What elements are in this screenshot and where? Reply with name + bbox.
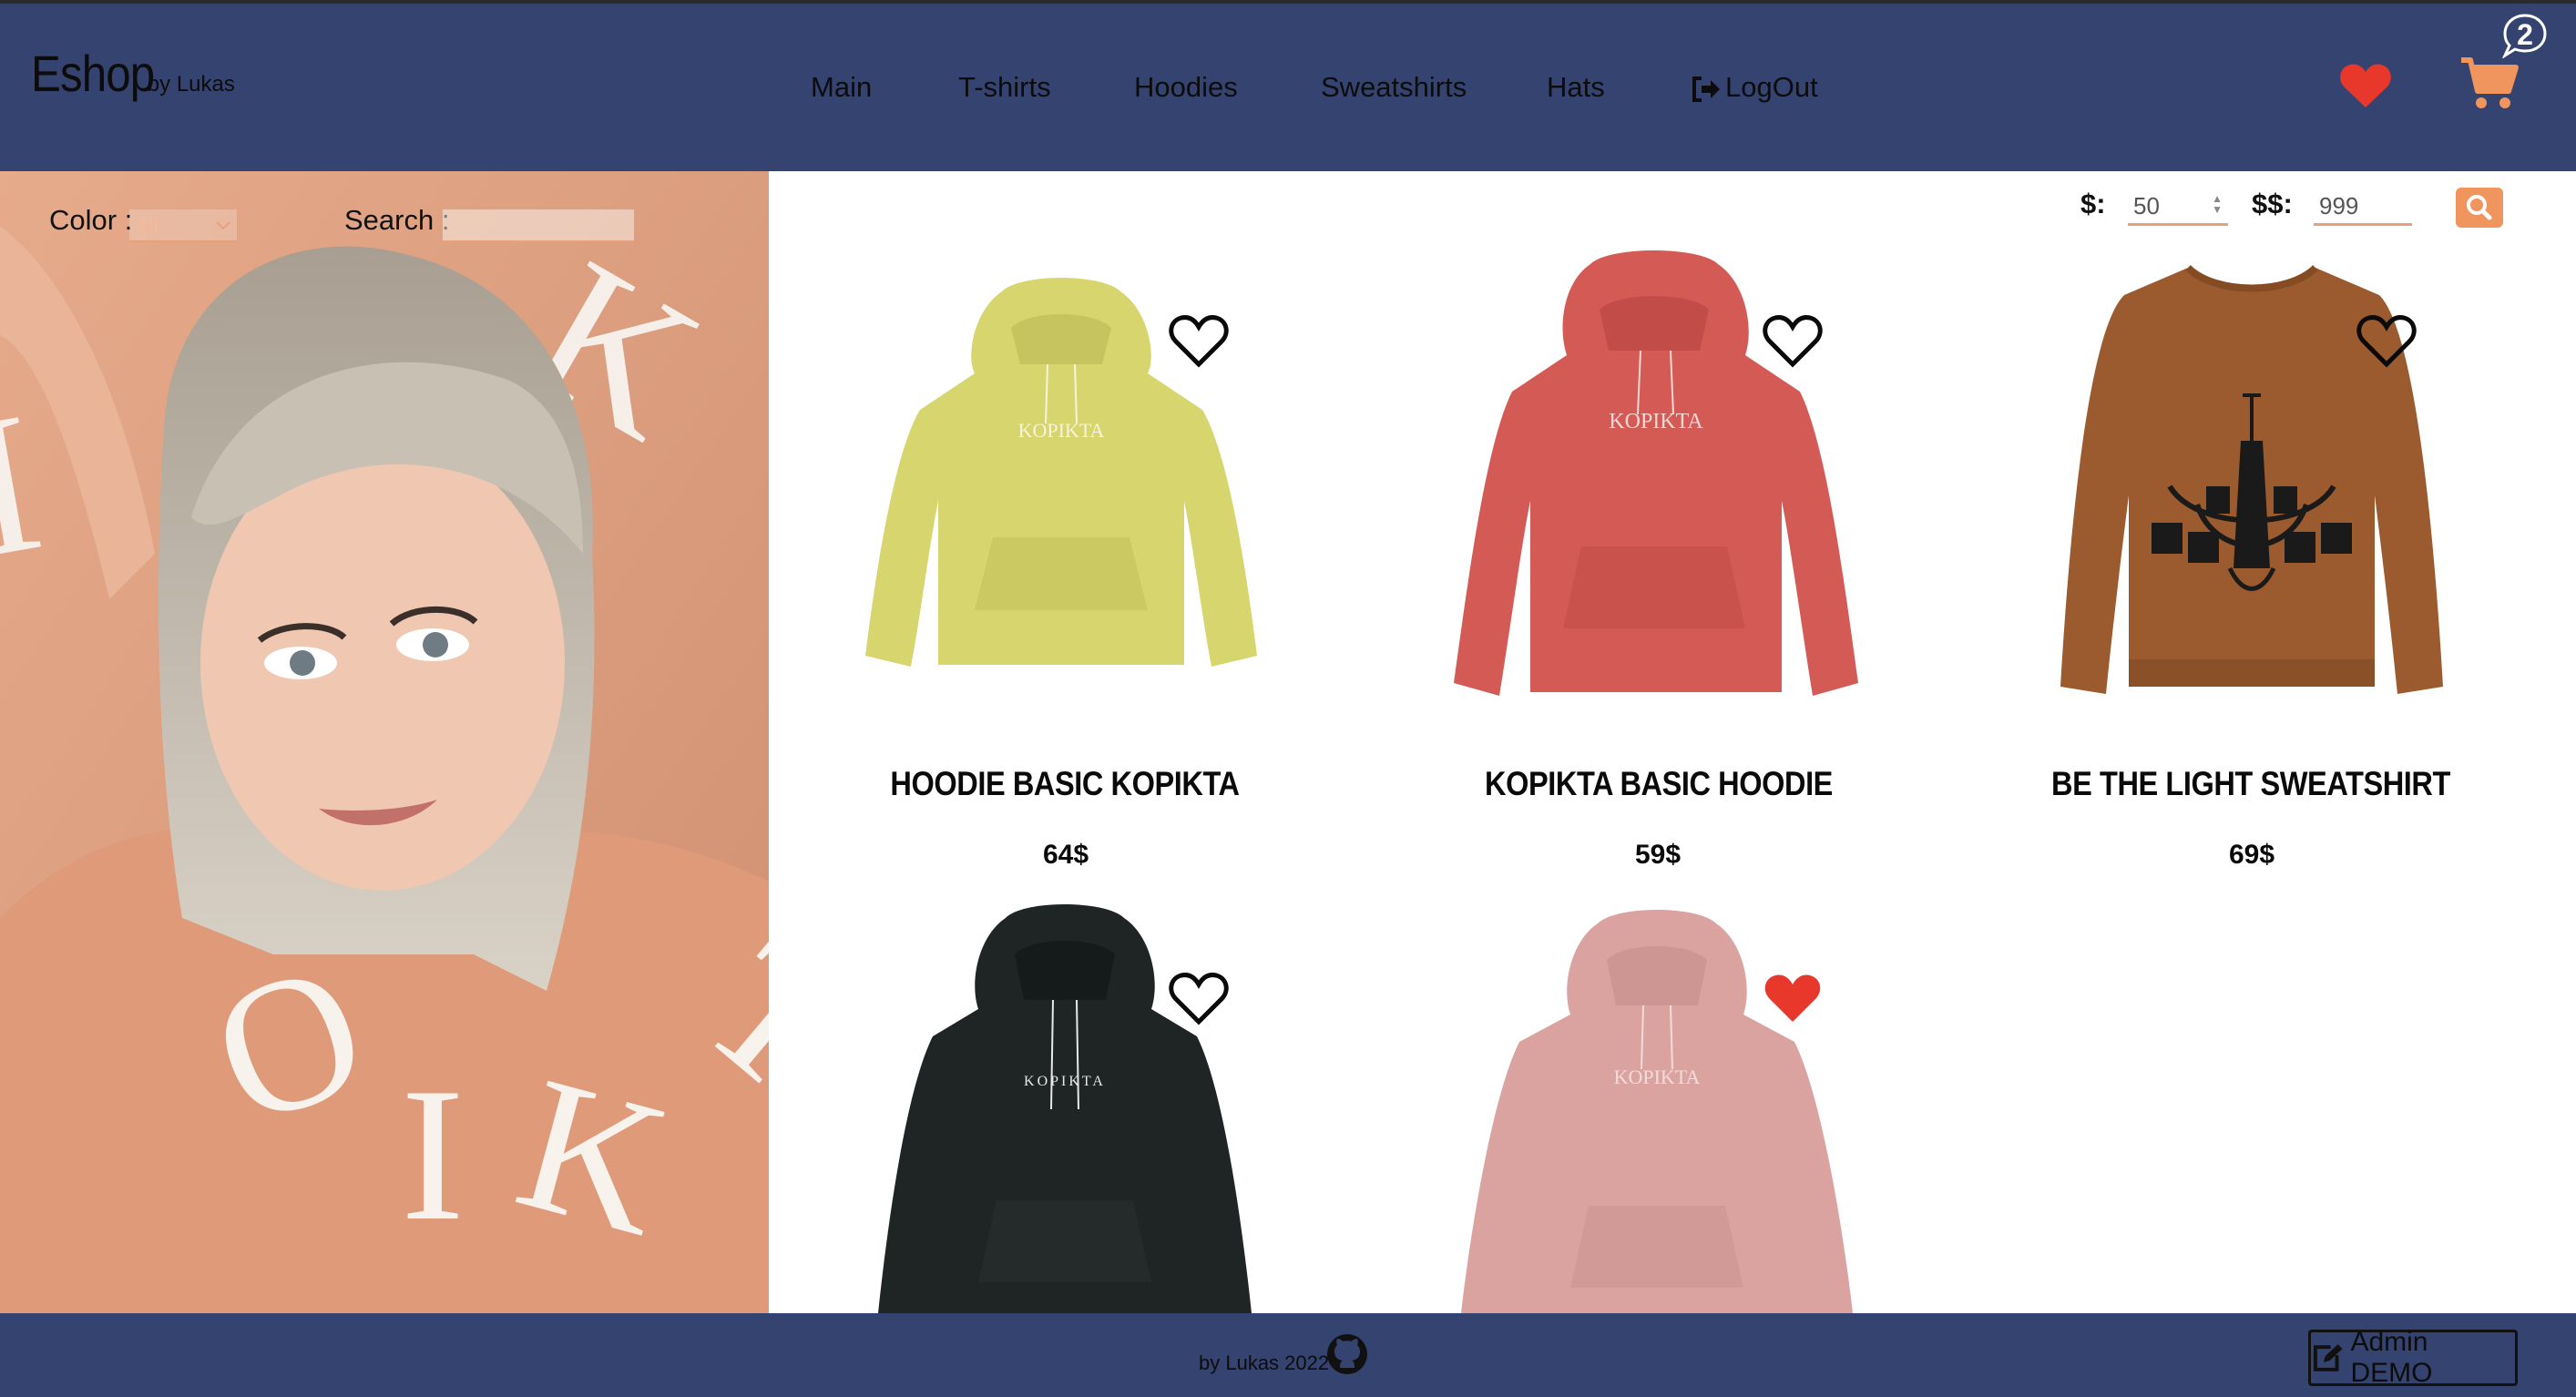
min-price-input[interactable]: 50 ▲ ▼ <box>2128 186 2228 226</box>
min-price-value: 50 <box>2133 192 2160 219</box>
product-price: 59$ <box>1634 840 1682 870</box>
heart-outline-icon[interactable] <box>2356 313 2418 370</box>
favorites-heart-icon[interactable] <box>2339 62 2392 109</box>
svg-text:I: I <box>401 1049 465 1260</box>
logout-icon <box>1692 76 1720 102</box>
shopping-cart-icon[interactable] <box>2459 55 2520 111</box>
filter-bar: Color : all Search : <box>0 171 769 253</box>
brand-subtitle: by Lukas <box>147 72 235 97</box>
svg-text:KOPIKTA: KOPIKTA <box>1609 410 1703 433</box>
color-filter-label: Color : <box>49 204 133 236</box>
product-price: 69$ <box>2228 840 2275 870</box>
edit-icon <box>2313 1344 2343 1372</box>
max-price-value: 999 <box>2319 192 2359 219</box>
nav-item-sweatshirts[interactable]: Sweatshirts <box>1321 71 1467 104</box>
model-photo-image: K I O I K T <box>0 171 769 1313</box>
heart-outline-icon[interactable] <box>1168 313 1230 370</box>
admin-demo-button[interactable]: Admin DEMO <box>2308 1327 2518 1388</box>
heart-filled-icon[interactable] <box>1762 971 1824 1027</box>
product-name[interactable]: BE THE LIGHT SWEATSHIRT <box>1990 765 2511 803</box>
svg-text:KOPIKTA: KOPIKTA <box>1018 419 1105 442</box>
price-search-button[interactable] <box>2456 188 2503 228</box>
max-price-label: $$: <box>2252 188 2293 219</box>
svg-text:KOPIKTA: KOPIKTA <box>1024 1074 1106 1089</box>
product-name[interactable]: KOPIKTA BASIC HOODIE <box>1398 765 1919 803</box>
product-price: 64$ <box>1042 840 1089 870</box>
heart-outline-icon[interactable] <box>1168 971 1230 1027</box>
top-navbar: Eshop by Lukas Main T-shirts Hoodies Swe… <box>0 0 2576 171</box>
heart-outline-icon[interactable] <box>1762 313 1824 370</box>
search-label: Search : <box>344 204 450 236</box>
product-image-hoodie[interactable]: KOPIKTA <box>1461 905 1853 1313</box>
min-price-label: $: <box>2080 188 2106 219</box>
nav-item-logout[interactable]: LogOut <box>1691 71 1818 104</box>
product-name[interactable]: HOODIE BASIC KOPIKTA <box>804 765 1325 803</box>
product-image-hoodie[interactable]: KOPIKTA <box>878 900 1252 1313</box>
logout-label: LogOut <box>1725 71 1818 103</box>
nav-item-main[interactable]: Main <box>811 71 872 104</box>
brand-title: Eshop <box>31 45 155 102</box>
cart-count: 2 <box>2517 18 2533 51</box>
chevron-down-icon <box>216 221 230 230</box>
hero-photo: K I O I K T <box>0 171 769 1313</box>
cart-count-badge: 2 <box>2501 13 2549 59</box>
search-input[interactable] <box>443 209 634 242</box>
svg-text:KOPIKTA: KOPIKTA <box>1614 1066 1701 1088</box>
stepper-arrows-icon[interactable]: ▲ ▼ <box>2212 193 2223 215</box>
max-price-input[interactable]: 999 <box>2314 186 2412 226</box>
nav-item-hats[interactable]: Hats <box>1547 71 1605 104</box>
github-icon[interactable] <box>1326 1333 1368 1375</box>
search-icon <box>2467 195 2492 220</box>
footer-credit: by Lukas 2022 <box>1199 1351 1330 1374</box>
nav-item-hoodies[interactable]: Hoodies <box>1134 71 1238 104</box>
brand-logo[interactable]: Eshop by Lukas <box>31 44 235 103</box>
color-select-value: all <box>137 213 159 238</box>
color-select[interactable]: all <box>129 209 237 242</box>
admin-demo-label: Admin DEMO <box>2350 1327 2433 1388</box>
footer: by Lukas 2022 Admin DEMO <box>0 1313 2576 1397</box>
nav-item-tshirts[interactable]: T-shirts <box>958 71 1051 104</box>
